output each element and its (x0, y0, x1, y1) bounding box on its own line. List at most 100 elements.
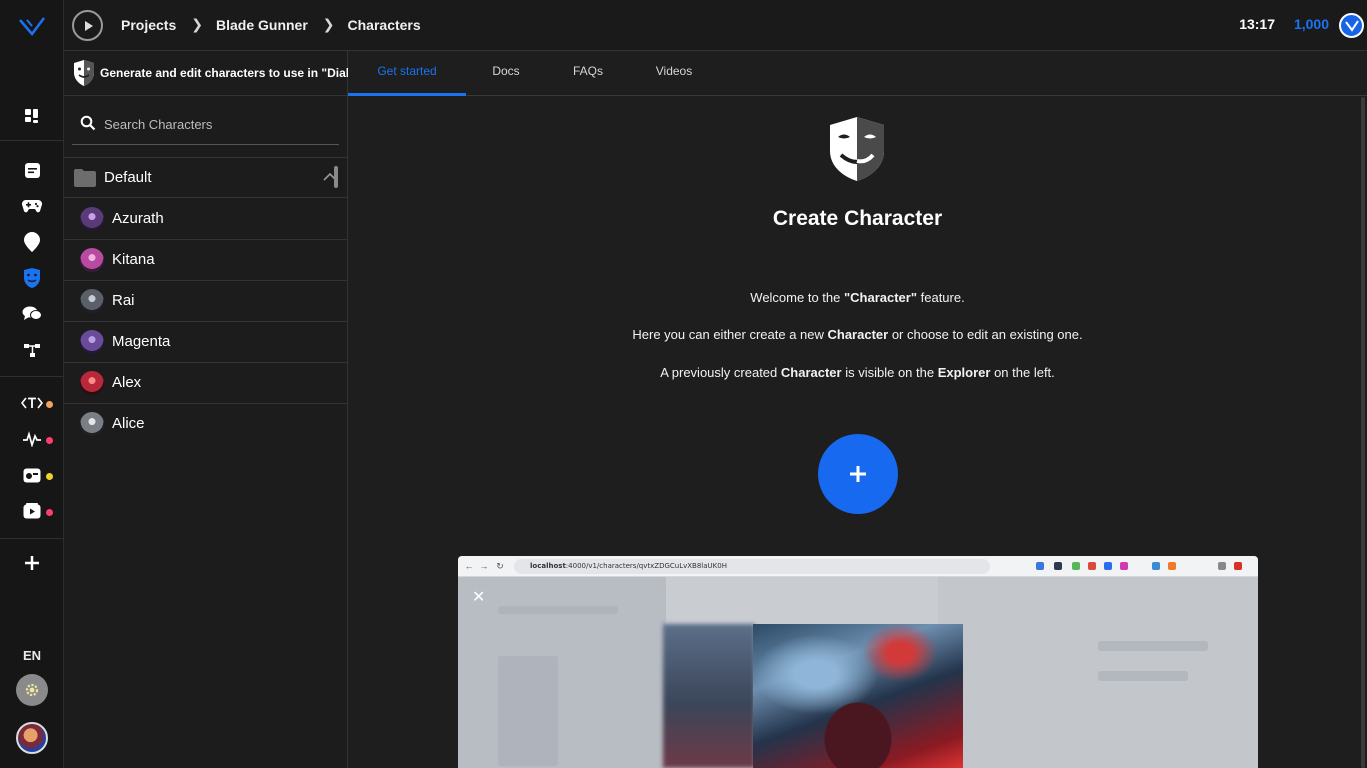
avatar (80, 330, 104, 354)
extension-icon (1088, 562, 1096, 570)
scrollbar[interactable] (334, 166, 338, 188)
status-dot (46, 509, 53, 516)
character-explorer: Generate and edit characters to use in "… (64, 51, 348, 768)
status-dot (46, 401, 53, 408)
create-character-button[interactable] (818, 434, 898, 514)
explorer-header: Generate and edit characters to use in "… (64, 51, 348, 96)
reload-icon: ↻ (496, 561, 504, 571)
search-box (72, 107, 339, 145)
settings-gear-icon[interactable] (16, 674, 48, 706)
close-icon: ✕ (472, 589, 486, 606)
folder-icon (74, 169, 96, 187)
breadcrumb-current[interactable]: Characters (348, 17, 421, 33)
search-input[interactable] (104, 113, 329, 135)
character-name: Alex (112, 374, 142, 391)
character-list: Azurath Kitana Rai Magenta Alex Alice (64, 199, 348, 445)
dashboard-icon[interactable] (20, 104, 44, 128)
rail-divider (0, 140, 64, 141)
blurred-image (663, 624, 755, 768)
search-icon (80, 115, 96, 131)
language-selector[interactable]: EN (0, 648, 64, 663)
emphasis: Character (827, 327, 889, 342)
waveform-icon[interactable] (20, 427, 44, 451)
avatar (80, 289, 104, 313)
play-button[interactable] (72, 10, 103, 41)
media-editor-icon[interactable] (20, 463, 44, 487)
character-mask-icon[interactable] (20, 266, 44, 290)
avatar (80, 207, 104, 231)
avatar (80, 248, 104, 272)
credit-logo-icon[interactable] (1339, 13, 1364, 38)
blurred-element (498, 606, 618, 614)
top-bar: Projects ❯ Blade Gunner ❯ Characters 13:… (64, 0, 1367, 51)
tab-videos[interactable]: Videos (634, 51, 714, 96)
video-play-icon[interactable] (20, 499, 44, 523)
page-title: Create Character (772, 207, 943, 230)
emphasis: "Character" (843, 290, 918, 305)
character-item-azurath[interactable]: Azurath (64, 199, 348, 240)
add-icon[interactable] (20, 551, 44, 575)
character-item-alex[interactable]: Alex (64, 363, 348, 404)
logo-icon[interactable] (18, 14, 46, 38)
tab-faqs[interactable]: FAQs (548, 51, 628, 96)
intro-line-2: Here you can either create a new Charact… (348, 327, 1367, 342)
chevron-right-icon: ❯ (322, 16, 335, 32)
extension-icon (1168, 562, 1176, 570)
character-item-magenta[interactable]: Magenta (64, 322, 348, 363)
character-portrait (753, 624, 963, 768)
location-pin-icon[interactable] (20, 230, 44, 254)
character-name: Rai (112, 292, 135, 309)
avatar (80, 412, 104, 436)
extension-icon (1072, 562, 1080, 570)
text: feature. (917, 290, 965, 305)
dialog-bubbles-icon[interactable] (20, 302, 44, 326)
intro-line-3: A previously created Character is visibl… (348, 365, 1367, 380)
character-item-kitana[interactable]: Kitana (64, 240, 348, 281)
tab-get-started[interactable]: Get started (348, 51, 466, 96)
clock: 13:17 (1239, 16, 1275, 32)
user-avatar[interactable] (16, 722, 48, 754)
chevron-right-icon: ❯ (191, 16, 203, 32)
browser-toolbar: ← → ↻ localhost:4000/v1/characters/qvtxZ… (458, 556, 1258, 577)
character-item-rai[interactable]: Rai (64, 281, 348, 322)
folder-default[interactable]: Default (64, 157, 348, 198)
text-tags-icon[interactable] (20, 391, 44, 415)
text: or choose to edit an existing one. (888, 327, 1083, 342)
extension-icon (1152, 562, 1160, 570)
blurred-element (498, 656, 558, 766)
app-rail: EN (0, 0, 64, 768)
blurred-element (1098, 641, 1208, 651)
text: on the left. (990, 365, 1055, 380)
url-host: localhost (530, 562, 566, 570)
back-icon: ← (464, 561, 474, 571)
breadcrumb-projects[interactable]: Projects (121, 17, 176, 33)
tab-docs[interactable]: Docs (466, 51, 546, 96)
scrollbar[interactable] (1361, 97, 1365, 768)
theater-mask-icon (830, 117, 884, 181)
flow-nodes-icon[interactable] (20, 338, 44, 362)
extension-icon (1234, 562, 1242, 570)
credit-balance[interactable]: 1,000 (1294, 16, 1329, 32)
gamepad-icon[interactable] (20, 194, 44, 218)
character-name: Kitana (112, 251, 155, 268)
main-content: Get started Docs FAQs Videos Create Char… (348, 51, 1367, 768)
tab-bar: Get started Docs FAQs Videos (348, 51, 1367, 96)
status-dot (46, 473, 53, 480)
url-path: :4000/v1/characters/qvtxZDGCuLvXB8laUK0H (565, 562, 727, 570)
breadcrumb: Projects ❯ Blade Gunner ❯ Characters (121, 16, 421, 33)
avatar (80, 371, 104, 395)
character-name: Azurath (112, 210, 164, 227)
intro-line-1: Welcome to the "Character" feature. (348, 290, 1367, 305)
emphasis: Explorer (937, 365, 991, 380)
character-item-alice[interactable]: Alice (64, 404, 348, 445)
extension-icon (1218, 562, 1226, 570)
notes-icon[interactable] (20, 158, 44, 182)
explorer-description: Generate and edit characters to use in "… (100, 66, 348, 80)
plus-icon (850, 466, 866, 482)
rail-divider (0, 538, 64, 539)
text: is visible on the (841, 365, 938, 380)
address-bar: localhost:4000/v1/characters/qvtxZDGCuLv… (514, 559, 990, 574)
extension-icon (1036, 562, 1044, 570)
breadcrumb-project[interactable]: Blade Gunner (216, 17, 308, 33)
extension-icon (1054, 562, 1062, 570)
